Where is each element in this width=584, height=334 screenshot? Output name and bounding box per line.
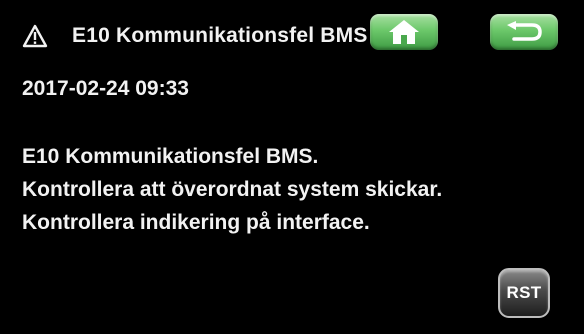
alarm-message-line: E10 Kommunikationsfel BMS. (22, 145, 319, 168)
back-arrow-icon (507, 21, 542, 41)
page-title: E10 Kommunikationsfel BMS (72, 24, 368, 47)
header-bar: E10 Kommunikationsfel BMS (0, 0, 584, 62)
alarm-timestamp: 2017-02-24 09:33 (22, 77, 189, 100)
home-icon (389, 20, 419, 44)
alarm-message-line: Kontrollera att överordnat system skicka… (22, 178, 443, 201)
alarm-message-line: Kontrollera indikering på interface. (22, 211, 370, 234)
warning-triangle-icon (22, 24, 48, 48)
back-button[interactable] (490, 14, 558, 50)
reset-button-label: RST (506, 283, 542, 302)
reset-button[interactable]: RST (498, 268, 550, 318)
alarm-screen: E10 Kommunikationsfel BMS 2017-02-24 09:… (0, 0, 584, 334)
home-button[interactable] (370, 14, 438, 50)
